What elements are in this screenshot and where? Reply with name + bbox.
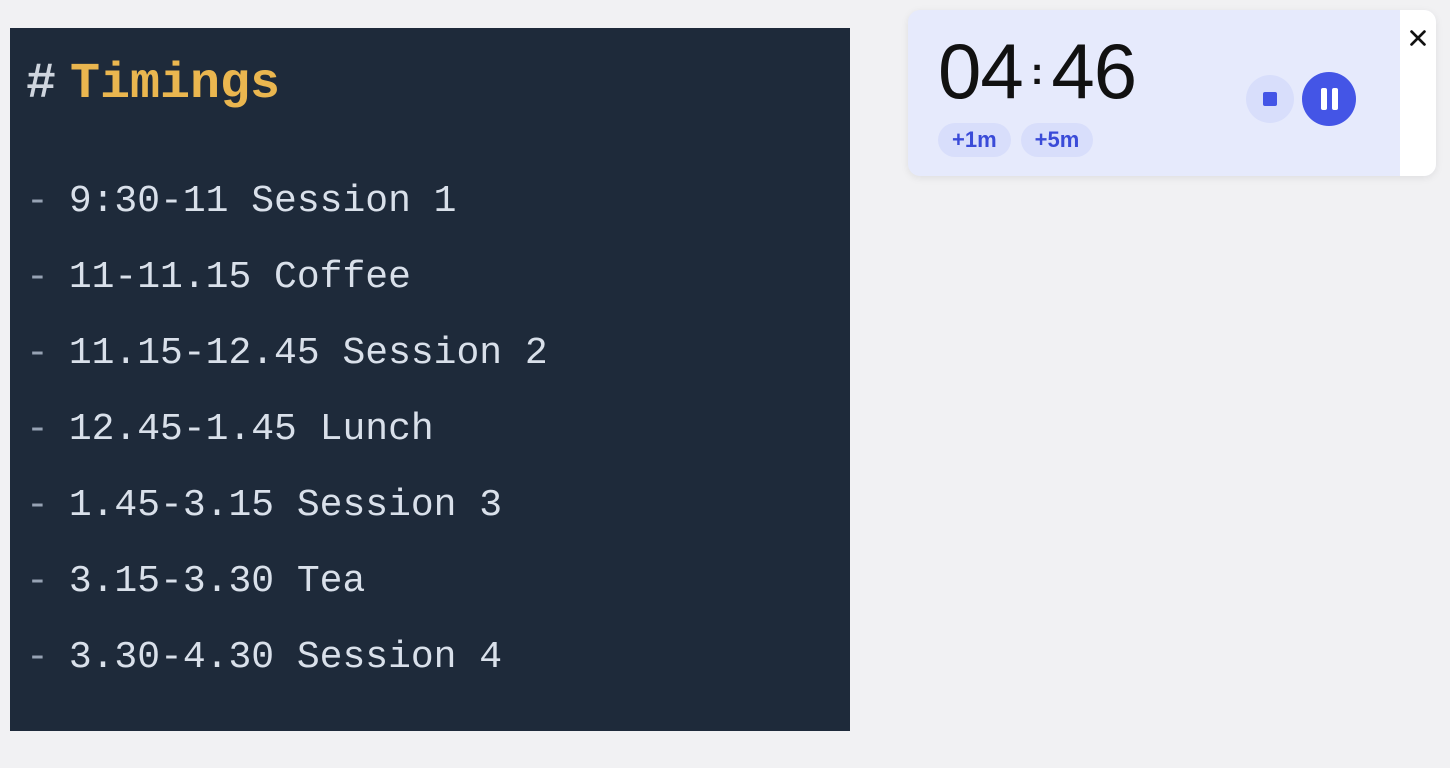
time-seconds: 46	[1051, 26, 1136, 117]
close-icon	[1407, 27, 1429, 49]
pause-icon	[1321, 88, 1338, 110]
heading-row: # Timings	[26, 56, 834, 113]
time-minutes: 04	[938, 26, 1023, 117]
timer-widget: 04 : 46 +1m +5m	[908, 10, 1436, 176]
list-item-text: 9:30-11 Session 1	[69, 183, 457, 221]
list-item: - 3.15-3.30 Tea	[26, 563, 834, 601]
timer-controls	[1246, 72, 1356, 126]
list-item-text: 1.45-3.15 Session 3	[69, 487, 502, 525]
list-item: - 3.30-4.30 Session 4	[26, 639, 834, 677]
heading-hash: #	[26, 56, 56, 113]
close-button[interactable]	[1404, 24, 1432, 52]
list-item: - 12.45-1.45 Lunch	[26, 411, 834, 449]
add-1m-button[interactable]: +1m	[938, 123, 1011, 157]
timings-slide: # Timings - 9:30-11 Session 1 - 11-11.15…	[10, 28, 850, 731]
list-item-text: 11.15-12.45 Session 2	[69, 335, 548, 373]
stop-icon	[1263, 92, 1277, 106]
list-item: - 11.15-12.45 Session 2	[26, 335, 834, 373]
bullet-dash: -	[26, 183, 49, 221]
time-colon: :	[1031, 51, 1044, 94]
list-item: - 11-11.15 Coffee	[26, 259, 834, 297]
list-item-text: 11-11.15 Coffee	[69, 259, 411, 297]
pause-button[interactable]	[1302, 72, 1356, 126]
bullet-dash: -	[26, 335, 49, 373]
bullet-dash: -	[26, 411, 49, 449]
bullet-dash: -	[26, 487, 49, 525]
stop-button[interactable]	[1246, 75, 1294, 123]
bullet-dash: -	[26, 563, 49, 601]
list-item-text: 12.45-1.45 Lunch	[69, 411, 434, 449]
list-item-text: 3.30-4.30 Session 4	[69, 639, 502, 677]
bullet-dash: -	[26, 259, 49, 297]
add-5m-button[interactable]: +5m	[1021, 123, 1094, 157]
list-item: - 1.45-3.15 Session 3	[26, 487, 834, 525]
list-item: - 9:30-11 Session 1	[26, 183, 834, 221]
add-time-row: +1m +5m	[938, 123, 1418, 157]
bullet-dash: -	[26, 639, 49, 677]
heading-text: Timings	[70, 56, 280, 113]
list-item-text: 3.15-3.30 Tea	[69, 563, 365, 601]
